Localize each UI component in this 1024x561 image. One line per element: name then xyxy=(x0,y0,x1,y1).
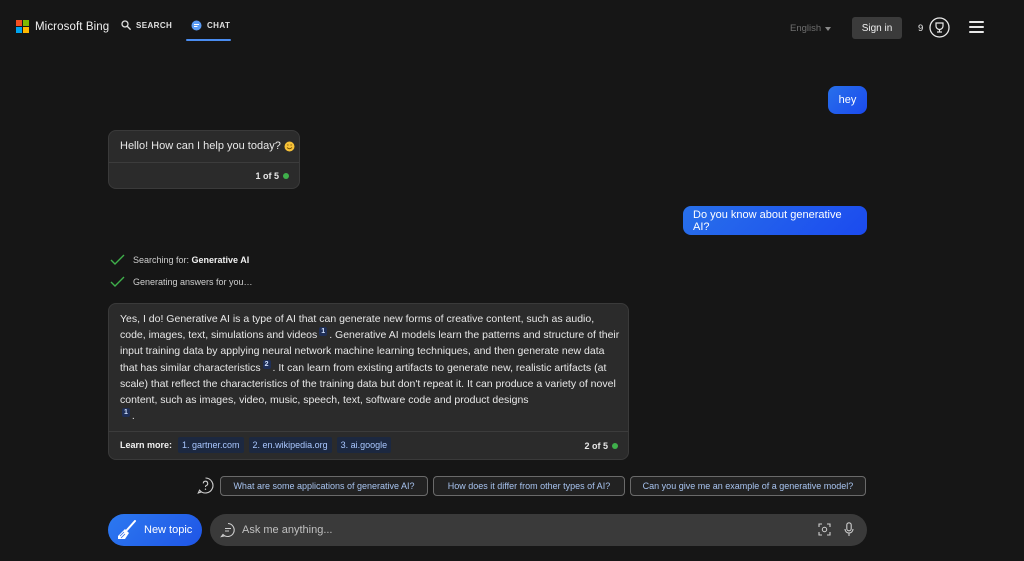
bot-message-1: Hello! How can I help you today? 1 of 5 xyxy=(108,130,300,189)
user-message-1: hey xyxy=(828,86,867,114)
source-link-2[interactable]: 2. en.wikipedia.org xyxy=(248,437,332,453)
visual-search-icon[interactable] xyxy=(818,523,831,536)
status-dot-icon xyxy=(612,443,618,449)
progress-searching: Searching for: Generative AI xyxy=(110,254,249,265)
chevron-down-icon xyxy=(825,26,832,31)
broom-icon xyxy=(118,520,136,539)
learn-more: Learn more: 1. gartner.com 2. en.wikiped… xyxy=(120,437,392,453)
bing-logo[interactable]: Microsoft Bing xyxy=(16,20,109,33)
nav-search-label: SEARCH xyxy=(136,20,173,30)
checkmark-icon xyxy=(110,254,125,265)
response-counter: 1 of 5 xyxy=(255,171,289,181)
nav-search-tab[interactable]: SEARCH xyxy=(121,20,172,30)
citation-badge[interactable]: 2 xyxy=(262,359,271,369)
nav-chat-label: CHAT xyxy=(207,21,231,30)
bot-message-1-text: Hello! How can I help you today? xyxy=(120,140,295,152)
chat-bubble-icon xyxy=(191,20,202,31)
suggestion-chip-3[interactable]: Can you give me an example of a generati… xyxy=(630,476,866,496)
nav-chat-tab[interactable]: CHAT xyxy=(191,20,230,31)
smile-emoji-icon xyxy=(284,141,295,151)
source-link-1[interactable]: 1. gartner.com xyxy=(178,437,244,453)
chat-compose-icon xyxy=(220,522,235,538)
hamburger-menu-icon[interactable] xyxy=(969,21,984,33)
rewards-count: 9 xyxy=(918,23,924,34)
citation-badge[interactable]: 1 xyxy=(319,327,328,337)
suggestion-chip-1[interactable]: What are some applications of generative… xyxy=(220,476,428,496)
search-icon xyxy=(121,20,131,30)
suggestion-chip-2[interactable]: How does it differ from other types of A… xyxy=(433,476,625,496)
language-selector[interactable]: English xyxy=(790,23,832,34)
learn-more-label: Learn more: xyxy=(120,440,173,450)
chat-input-bar xyxy=(210,514,867,546)
rewards-trophy-icon[interactable] xyxy=(929,17,950,38)
bot-message-2-text: Yes, I do! Generative AI is a type of AI… xyxy=(120,313,620,423)
language-label: English xyxy=(790,23,822,34)
response-counter: 2 of 5 xyxy=(584,441,618,451)
bubble-divider xyxy=(109,431,628,432)
ask-input[interactable] xyxy=(242,520,802,540)
brand-name: Microsoft Bing xyxy=(35,20,110,33)
active-tab-indicator xyxy=(186,39,231,41)
progress-generating: Generating answers for you… xyxy=(110,276,253,287)
sign-in-button[interactable]: Sign in xyxy=(852,17,902,39)
citation-badge[interactable]: 1 xyxy=(122,408,130,418)
new-topic-button[interactable]: New topic xyxy=(108,514,202,546)
top-header: Microsoft Bing SEARCH CHAT English Sign … xyxy=(0,0,1024,52)
status-dot-icon xyxy=(283,173,289,179)
searching-text: Searching for: Generative AI xyxy=(133,254,250,265)
user-message-2: Do you know about generative AI? xyxy=(683,206,867,235)
checkmark-icon xyxy=(110,276,125,287)
bot-message-2: Yes, I do! Generative AI is a type of AI… xyxy=(108,303,629,460)
microsoft-logo-icon xyxy=(16,20,29,33)
new-topic-label: New topic xyxy=(144,524,193,536)
bubble-divider xyxy=(109,162,299,163)
microphone-icon[interactable] xyxy=(844,522,854,537)
generating-text: Generating answers for you… xyxy=(133,276,253,287)
question-help-icon[interactable] xyxy=(197,477,214,494)
source-link-3[interactable]: 3. ai.google xyxy=(336,437,392,453)
